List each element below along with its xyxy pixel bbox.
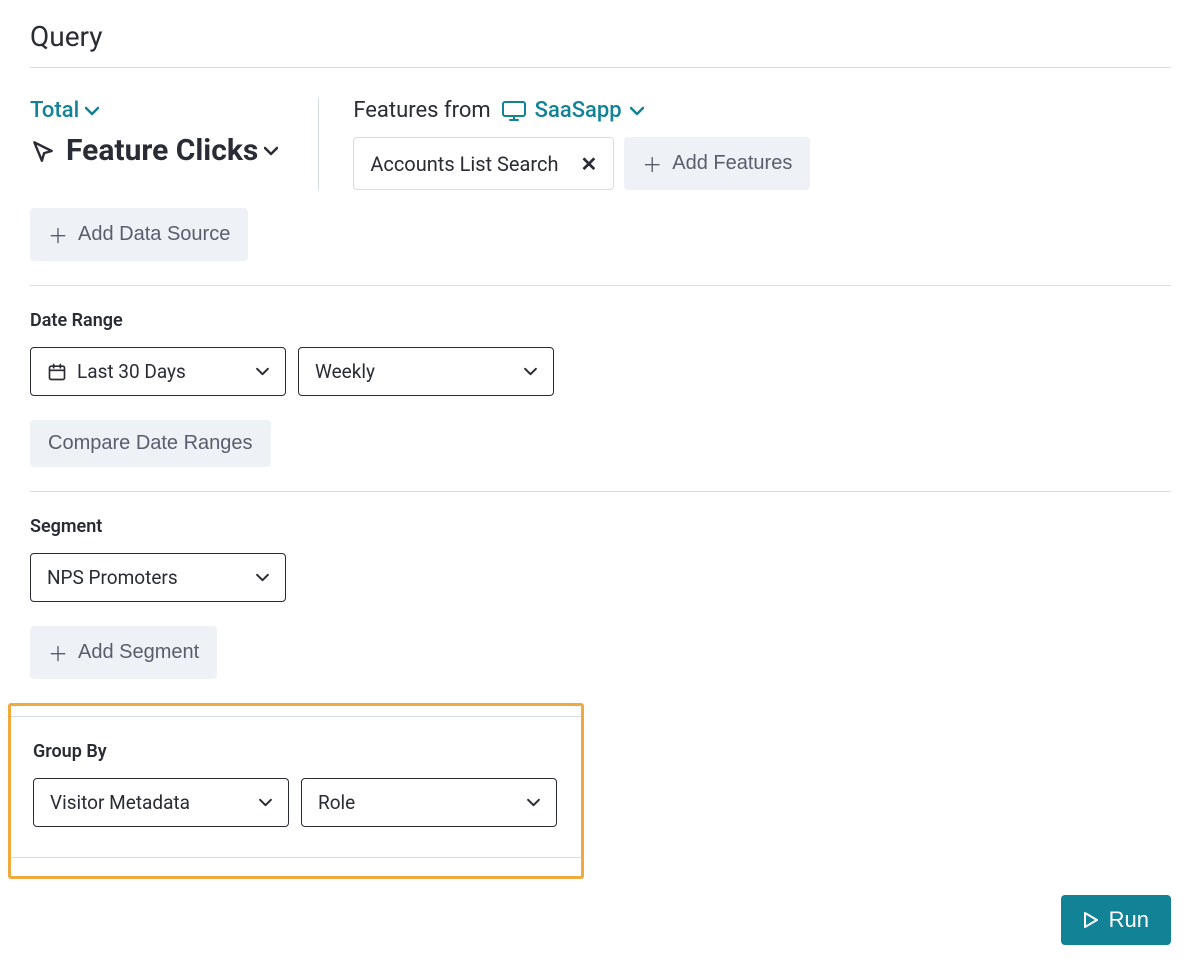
- add-data-source-button[interactable]: ＋ Add Data Source: [30, 208, 248, 261]
- total-dropdown[interactable]: Total: [30, 98, 99, 123]
- add-features-label: Add Features: [672, 152, 792, 175]
- play-icon: [1083, 911, 1099, 929]
- group-by-field-value: Role: [318, 791, 355, 814]
- chevron-down-icon: [524, 367, 537, 376]
- chevron-down-icon: [259, 798, 272, 807]
- segment-value: NPS Promoters: [47, 566, 178, 589]
- feature-chip-label: Accounts List Search: [370, 152, 558, 176]
- add-data-source-label: Add Data Source: [78, 223, 230, 246]
- metric-dropdown[interactable]: Feature Clicks: [30, 133, 278, 168]
- date-range-label: Date Range: [30, 310, 1171, 331]
- chevron-down-icon: [85, 106, 99, 116]
- segment-section: Segment NPS Promoters ＋ Add Segment: [30, 492, 1171, 703]
- metric-label: Feature Clicks: [66, 133, 258, 168]
- group-by-field-select[interactable]: Role: [301, 778, 557, 827]
- chevron-down-icon: [630, 106, 644, 116]
- chevron-down-icon: [264, 146, 278, 156]
- date-range-select[interactable]: Last 30 Days: [30, 347, 286, 396]
- run-label: Run: [1109, 907, 1149, 933]
- compare-date-ranges-button[interactable]: Compare Date Ranges: [30, 420, 271, 467]
- segment-select[interactable]: NPS Promoters: [30, 553, 286, 602]
- plus-icon: ＋: [48, 638, 68, 667]
- group-by-label: Group By: [33, 741, 559, 762]
- feature-chips-row: Accounts List Search ✕ ＋ Add Features: [353, 137, 1171, 190]
- remove-chip-icon[interactable]: ✕: [581, 154, 598, 174]
- granularity-value: Weekly: [315, 360, 375, 383]
- divider: [11, 857, 581, 858]
- run-row: Run: [30, 879, 1171, 945]
- features-from-row: Features from SaaSapp: [353, 98, 1171, 123]
- app-name: SaaSapp: [535, 98, 622, 123]
- feature-chip: Accounts List Search ✕: [353, 137, 614, 190]
- query-top-row: Total Feature Clicks Features from: [30, 68, 1171, 208]
- chevron-down-icon: [256, 573, 269, 582]
- date-range-value: Last 30 Days: [77, 360, 186, 383]
- chevron-down-icon: [527, 798, 540, 807]
- group-by-category-value: Visitor Metadata: [50, 791, 190, 814]
- plus-icon: ＋: [48, 220, 68, 249]
- add-segment-label: Add Segment: [78, 641, 199, 664]
- run-button[interactable]: Run: [1061, 895, 1171, 945]
- cursor-icon: [30, 138, 56, 164]
- compare-date-ranges-label: Compare Date Ranges: [48, 432, 253, 455]
- features-block: Features from SaaSapp Accounts List Sear…: [319, 98, 1171, 190]
- group-by-section: Group By Visitor Metadata Role: [33, 717, 559, 827]
- add-segment-button[interactable]: ＋ Add Segment: [30, 626, 217, 679]
- calendar-icon: [47, 362, 67, 382]
- total-label: Total: [30, 98, 79, 123]
- app-selector[interactable]: SaaSapp: [501, 98, 644, 123]
- segment-label: Segment: [30, 516, 1171, 537]
- page-title: Query: [30, 20, 1171, 53]
- chevron-down-icon: [256, 367, 269, 376]
- group-by-category-select[interactable]: Visitor Metadata: [33, 778, 289, 827]
- date-range-section: Date Range Last 30 Days Weekly Compare D…: [30, 286, 1171, 491]
- monitor-icon: [501, 100, 527, 122]
- granularity-select[interactable]: Weekly: [298, 347, 554, 396]
- metric-block: Total Feature Clicks: [30, 98, 319, 190]
- plus-icon: ＋: [642, 149, 662, 178]
- group-by-highlight: Group By Visitor Metadata Role: [8, 703, 584, 879]
- add-features-button[interactable]: ＋ Add Features: [624, 137, 810, 190]
- features-from-label: Features from: [353, 98, 490, 123]
